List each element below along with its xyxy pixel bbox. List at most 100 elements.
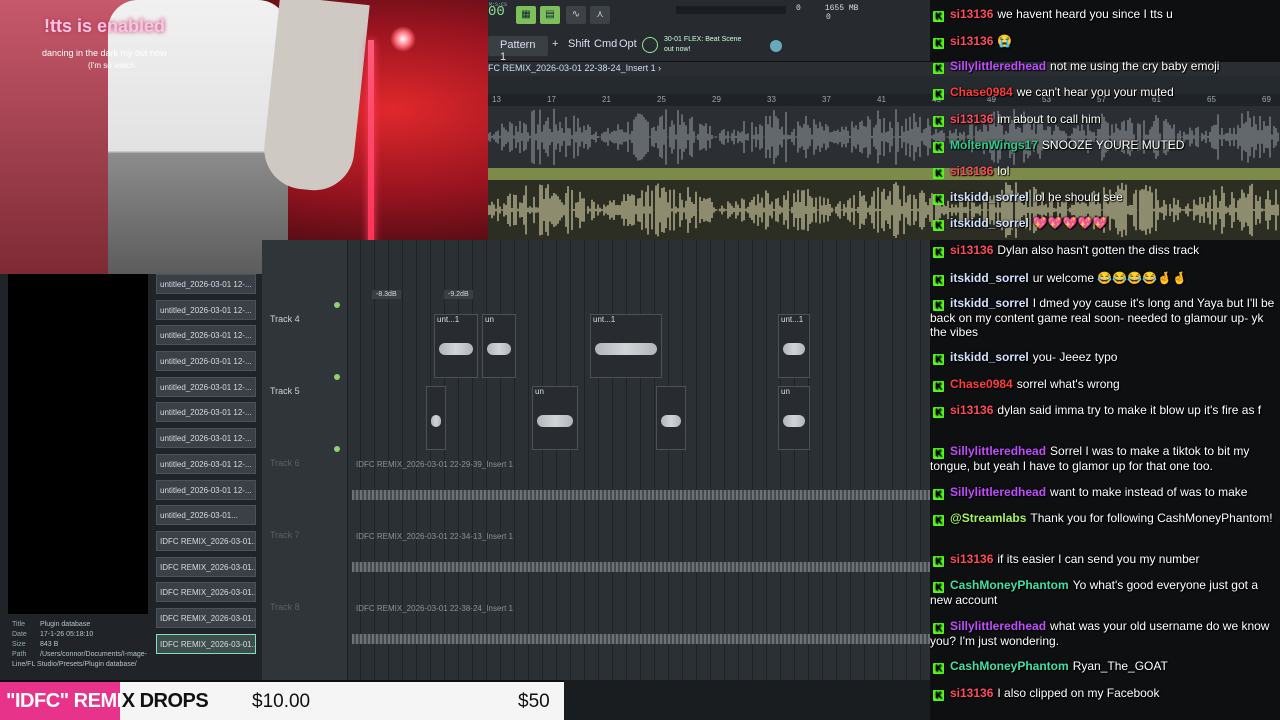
step-button[interactable]: ▤	[540, 6, 560, 24]
playlist-area[interactable]: -8.3dB -9.2dB Track 4 Track 5 Track 6 Tr…	[262, 240, 930, 680]
flex-icon[interactable]	[642, 37, 658, 53]
bottom-strip	[564, 680, 930, 720]
track-active-dot[interactable]	[334, 302, 340, 308]
chat-username[interactable]: si13136	[950, 552, 993, 566]
audio-clip[interactable]: un	[778, 386, 810, 450]
chat-message: Kitskidd_sorrel lol he should see	[930, 190, 1276, 205]
file-item[interactable]: untitled_2026-03-01 12-...	[156, 479, 256, 500]
lane-track-7[interactable]: IDFC REMIX_2026-03-01 22-34-13_Insert 1	[352, 532, 930, 602]
file-item[interactable]: untitled_2026-03-01 12-...	[156, 376, 256, 397]
audio-clip[interactable]: un	[482, 314, 516, 378]
chat-username[interactable]: si13136	[950, 7, 993, 21]
track-active-dot[interactable]	[334, 446, 340, 452]
chat-username[interactable]: si13136	[950, 686, 993, 700]
shift-modifier[interactable]: Shift	[568, 38, 590, 50]
chat-username[interactable]: Chase0984	[950, 85, 1013, 99]
chat-username[interactable]: Sillylittleredhead	[950, 444, 1046, 458]
lane-waveform	[352, 490, 930, 500]
kick-badge-icon: K	[933, 142, 944, 153]
donation-goal-title: "IDFC" REMIX DROPS	[6, 690, 209, 713]
ruler-tick: 37	[822, 95, 831, 104]
chat-username[interactable]: si13136	[950, 403, 993, 417]
chat-username[interactable]: Sillylittleredhead	[950, 59, 1046, 73]
clip-label: unt...1	[437, 315, 460, 324]
chat-username[interactable]: Sillylittleredhead	[950, 619, 1046, 633]
audio-clip[interactable]: un	[532, 386, 578, 450]
record-icon[interactable]: ⋏	[590, 6, 610, 24]
track-header-7[interactable]: Track 7	[262, 528, 348, 600]
file-item[interactable]: untitled_2026-03-01...	[156, 505, 256, 526]
chat-username[interactable]: itskidd_sorrel	[950, 216, 1029, 230]
track-header-5[interactable]: Track 5	[262, 384, 348, 456]
chat-message: K Sillylittleredhead not me using the cry …	[930, 59, 1276, 74]
flex-news-line1: 30-01 FLEX: Beat Scene	[664, 36, 742, 43]
file-item[interactable]: IDFC REMIX_2026-03-01...	[156, 556, 256, 577]
chat-username[interactable]: CashMoneyPhantom	[950, 578, 1069, 592]
chat-message: Ksi13136 im about to call him	[930, 112, 1276, 127]
file-item[interactable]: untitled_2026-03-01 12-...	[156, 402, 256, 423]
chat-text: dylan said imma try to make it blow up i…	[997, 403, 1262, 417]
chat-username[interactable]: CashMoneyPhantom	[950, 659, 1069, 673]
tts-overlay-sub2: (I'm so watch	[88, 61, 135, 70]
track-active-dot[interactable]	[334, 374, 340, 380]
cpu-top: 0	[796, 4, 801, 13]
chat-username[interactable]: si13136	[950, 164, 993, 178]
chat-text: 😭	[997, 34, 1013, 48]
chat-username[interactable]: si13136	[950, 112, 993, 126]
audio-clip[interactable]	[426, 386, 446, 450]
file-item[interactable]: untitled_2026-03-01 12-...	[156, 299, 256, 320]
chat-username[interactable]: @Streamlabs	[950, 511, 1026, 525]
cmd-modifier[interactable]: Cmd	[594, 38, 617, 50]
clip-gain-left: -8.3dB	[372, 290, 401, 299]
pattern-selector[interactable]: Pattern 1	[488, 36, 548, 63]
chat-message: K Chase0984 we can't hear you your muted	[930, 85, 1276, 100]
track-6-label: Track 6	[270, 458, 300, 468]
audio-clip[interactable]: unt...1	[434, 314, 478, 378]
file-item[interactable]: untitled_2026-03-01 12-...	[156, 453, 256, 474]
file-item[interactable]: IDFC REMIX_2026-03-01...	[156, 530, 256, 551]
tts-overlay-sub1: dancing in the dark my out now	[42, 48, 167, 58]
file-item[interactable]: IDFC REMIX_2026-03-01...	[156, 582, 256, 603]
chat-username[interactable]: itskidd_sorrel	[950, 190, 1029, 204]
chat-text: I also clipped on my Facebook	[997, 686, 1160, 700]
chat-username[interactable]: itskidd_sorrel	[950, 350, 1029, 364]
file-item[interactable]: untitled_2026-03-01 12-...	[156, 274, 256, 294]
chat-username[interactable]: itskidd_sorrel	[950, 296, 1029, 310]
kick-badge-icon: K	[933, 354, 944, 365]
file-item[interactable]: untitled_2026-03-01 12-...	[156, 428, 256, 449]
chat-username[interactable]: si13136	[950, 243, 993, 257]
audio-clip[interactable]	[656, 386, 686, 450]
chat-username[interactable]: itskidd_sorrel	[950, 271, 1029, 285]
track-header-4[interactable]: Track 4	[262, 312, 348, 384]
track-header-6[interactable]: Track 6	[262, 456, 348, 528]
opt-modifier[interactable]: Opt	[619, 38, 637, 50]
clip-gain-right: -9.2dB	[444, 290, 473, 299]
chat-username[interactable]: Sillylittleredhead	[950, 485, 1046, 499]
track-header-8[interactable]: Track 8	[262, 600, 348, 680]
track-header-3[interactable]	[262, 240, 348, 312]
file-item[interactable]: IDFC REMIX_2026-03-01...	[156, 633, 256, 654]
chat-message: Ksi13136 😭	[930, 34, 1276, 49]
flex-news[interactable]: 30-01 FLEX: Beat Scene out now!	[664, 35, 741, 55]
file-item[interactable]: IDFC REMIX_2026-03-01...	[156, 607, 256, 628]
clip-label: unt...1	[781, 315, 804, 324]
chat-text: Ryan_The_GOAT	[1072, 659, 1168, 673]
cpu-readout: 0 1655 MB 0	[796, 4, 858, 22]
chat-username[interactable]: MoltenWings17	[950, 138, 1038, 152]
globe-icon[interactable]	[770, 40, 782, 52]
lane-track-8[interactable]: IDFC REMIX_2026-03-01 22-38-24_Insert 1	[352, 604, 930, 674]
chat-message: K CashMoneyPhantom Ryan_The_GOAT	[930, 659, 1276, 674]
file-item[interactable]: untitled_2026-03-01 12-...	[156, 325, 256, 346]
chat-text: Thank you for following CashMoneyPhantom…	[1030, 511, 1273, 525]
add-pattern-button[interactable]: +	[552, 38, 558, 50]
file-item[interactable]: untitled_2026-03-01 12-...	[156, 351, 256, 372]
lane-track-6[interactable]: IDFC REMIX_2026-03-01 22-29-39_Insert 1	[352, 460, 930, 530]
wave-icon[interactable]: ∿	[566, 6, 586, 24]
chat-username[interactable]: si13136	[950, 34, 993, 48]
kick-badge-icon: K	[933, 515, 944, 526]
chat-text: SNOOZE YOURE MUTED	[1041, 138, 1185, 152]
audio-clip[interactable]: unt...1	[778, 314, 810, 378]
audio-clip[interactable]: unt...1	[590, 314, 662, 378]
chat-username[interactable]: Chase0984	[950, 377, 1013, 391]
snap-button[interactable]: ▦	[516, 6, 536, 24]
